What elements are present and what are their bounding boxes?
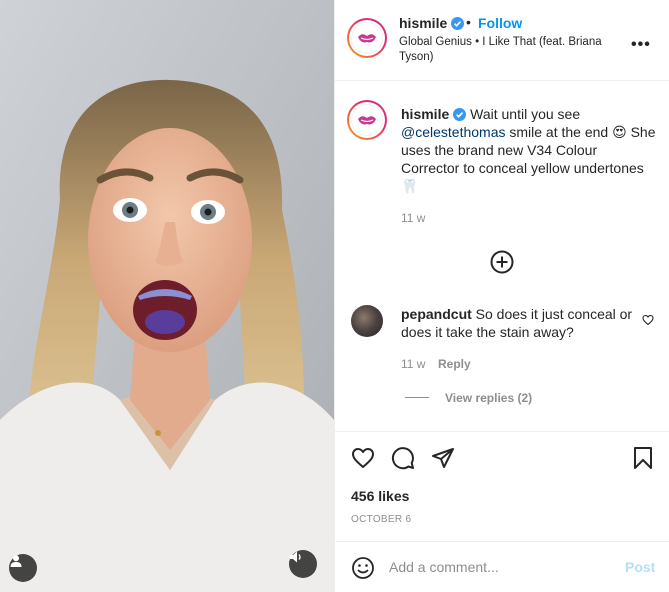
post-date[interactable]: OCTOBER 6 [351,514,411,525]
heart-icon [352,448,374,468]
post-caption: hismile Wait until you see @celestethoma… [401,105,656,195]
likes-count[interactable]: 456 likes [351,488,409,504]
replies-divider [405,397,429,398]
user-tags-button[interactable] [9,554,37,582]
speech-bubble-icon [391,447,414,470]
caption-text-start: Wait until you see [466,106,581,122]
comment-reply-button[interactable]: Reply [438,357,471,371]
plus-circle-icon [490,250,514,274]
comment-input[interactable] [389,556,609,578]
emoji-button[interactable] [351,556,375,585]
person-icon [10,555,22,567]
hismile-logo-icon [358,116,376,125]
comment-button[interactable] [391,446,415,475]
paper-plane-icon [432,448,454,468]
comment-composer: Post [335,541,669,592]
actions-divider [335,431,669,432]
bookmark-icon [634,447,652,469]
caption-timestamp[interactable]: 11 w [401,211,425,225]
like-button[interactable] [351,446,375,475]
view-replies-button[interactable]: View replies (2) [445,391,532,405]
video-frame [0,0,334,592]
caption-author-avatar[interactable] [347,100,387,140]
separator-dot: • [466,14,471,30]
audio-toggle-button[interactable] [289,550,317,578]
commenter-avatar[interactable] [351,305,383,337]
audio-track-link[interactable]: Global Genius • I Like That (feat. Brian… [399,35,629,65]
post-media-video[interactable] [0,0,334,592]
speaker-icon [290,551,301,563]
comment-like-button[interactable] [642,313,654,331]
load-more-comments-button[interactable] [490,250,514,279]
verified-badge-icon [451,17,465,30]
post-comment-button[interactable]: Post [625,559,655,575]
more-options-button[interactable]: ••• [631,36,651,54]
post-details-panel: hismile • Follow Global Genius • I Like … [334,0,669,592]
author-username[interactable]: hismile [399,15,465,31]
smiley-icon [352,557,374,579]
caption-username[interactable]: hismile [401,106,449,122]
heart-icon [642,314,654,326]
comment-body: pepandcut So does it just conceal or doe… [401,305,636,341]
share-button[interactable] [431,446,455,475]
hismile-logo-icon [358,34,376,43]
verified-badge-icon [453,108,467,121]
follow-button[interactable]: Follow [478,15,522,31]
caption-mention-link[interactable]: @celestethomas [401,124,505,140]
comment-timestamp[interactable]: 11 w [401,357,425,371]
author-avatar[interactable] [347,18,387,58]
commenter-username[interactable]: pepandcut [401,306,472,322]
save-button[interactable] [631,446,655,475]
post-header: hismile • Follow Global Genius • I Like … [335,0,669,81]
